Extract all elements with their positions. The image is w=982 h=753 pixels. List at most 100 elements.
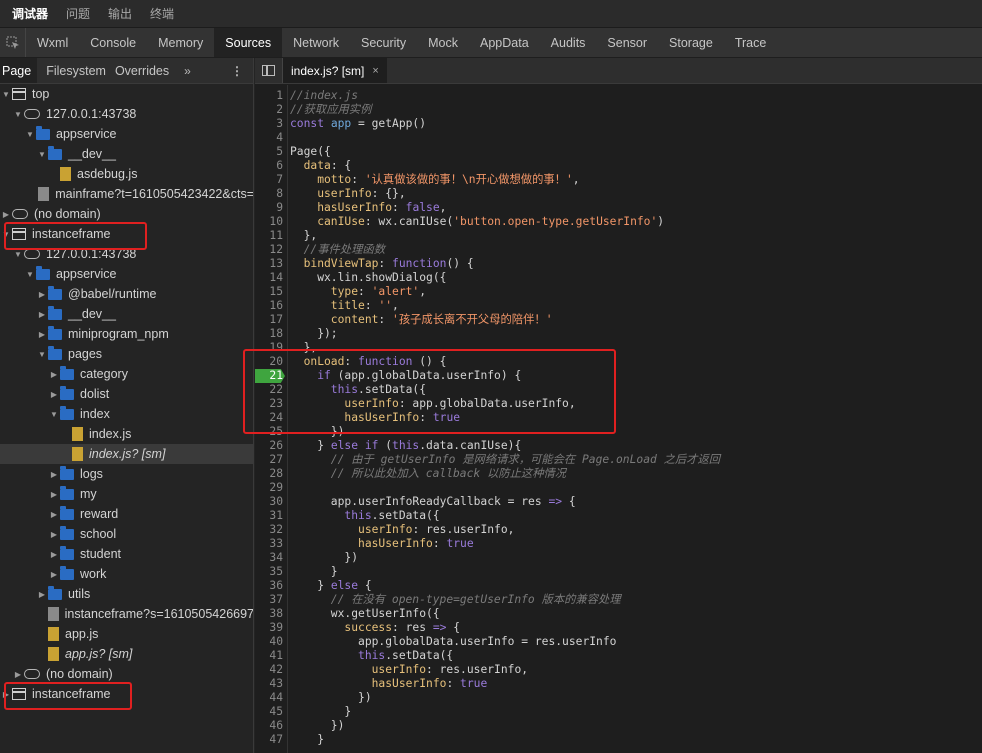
expanded-arrow-icon[interactable]: ▼	[0, 230, 12, 239]
line-number[interactable]: 40	[255, 635, 283, 649]
tree-item[interactable]: ▶ miniprogram_npm	[0, 324, 253, 344]
toggle-navigator-icon[interactable]	[255, 58, 283, 83]
line-number[interactable]: 46	[255, 719, 283, 733]
tree-item[interactable]: ▶ __dev__	[0, 304, 253, 324]
breakpoint-line-number[interactable]: 21	[255, 369, 285, 383]
line-number[interactable]: 42	[255, 663, 283, 677]
collapsed-arrow-icon[interactable]: ▶	[48, 490, 60, 499]
collapsed-arrow-icon[interactable]: ▶	[36, 290, 48, 299]
tree-item[interactable]: ▼ index	[0, 404, 253, 424]
line-number[interactable]: 47	[255, 733, 283, 747]
line-number[interactable]: 33	[255, 537, 283, 551]
line-number[interactable]: 8	[255, 187, 283, 201]
tree-item[interactable]: app.js	[0, 624, 253, 644]
expanded-arrow-icon[interactable]: ▼	[0, 90, 12, 99]
tree-item[interactable]: ▼ appservice	[0, 124, 253, 144]
line-number[interactable]: 9	[255, 201, 283, 215]
collapsed-arrow-icon[interactable]: ▶	[48, 570, 60, 579]
tree-item[interactable]: ▶ @babel/runtime	[0, 284, 253, 304]
collapsed-arrow-icon[interactable]: ▶	[36, 310, 48, 319]
tab-mock[interactable]: Mock	[417, 28, 469, 57]
tree-item[interactable]: ▶ reward	[0, 504, 253, 524]
line-number[interactable]: 35	[255, 565, 283, 579]
tree-item[interactable]: ▶ dolist	[0, 384, 253, 404]
tree-item[interactable]: app.js? [sm]	[0, 644, 253, 664]
line-number[interactable]: 23	[255, 397, 283, 411]
collapsed-arrow-icon[interactable]: ▶	[12, 670, 24, 679]
inspect-element-icon[interactable]	[0, 28, 26, 57]
tab-page[interactable]: Page	[0, 58, 38, 83]
line-number[interactable]: 14	[255, 271, 283, 285]
tree-item[interactable]: ▼ instanceframe	[0, 224, 253, 244]
line-number[interactable]: 27	[255, 453, 283, 467]
tree-item[interactable]: instanceframe?s=1610505426697	[0, 604, 253, 624]
tree-item[interactable]: ▼ __dev__	[0, 144, 253, 164]
tab-overrides[interactable]: Overrides	[115, 58, 178, 83]
collapsed-arrow-icon[interactable]: ▶	[48, 470, 60, 479]
tree-item[interactable]: asdebug.js	[0, 164, 253, 184]
tree-item[interactable]: ▶ (no domain)	[0, 204, 253, 224]
tree-item[interactable]: ▼ pages	[0, 344, 253, 364]
line-number[interactable]: 36	[255, 579, 283, 593]
tab-sensor[interactable]: Sensor	[596, 28, 658, 57]
line-number[interactable]: 24	[255, 411, 283, 425]
line-number[interactable]: 5	[255, 145, 283, 159]
line-number[interactable]: 2	[255, 103, 283, 117]
tree-item[interactable]: mainframe?t=1610505423422&cts=	[0, 184, 253, 204]
tree-item[interactable]: index.js? [sm]	[0, 444, 253, 464]
tree-item[interactable]: ▶ work	[0, 564, 253, 584]
tab-problems[interactable]: 问题	[66, 5, 90, 22]
line-number[interactable]: 32	[255, 523, 283, 537]
tree-item[interactable]: ▼ 127.0.0.1:43738	[0, 244, 253, 264]
tree-item[interactable]: ▼ top	[0, 84, 253, 104]
line-number[interactable]: 29	[255, 481, 283, 495]
line-number[interactable]: 25	[255, 425, 283, 439]
tab-output[interactable]: 输出	[108, 5, 132, 22]
line-number[interactable]: 13	[255, 257, 283, 271]
line-number[interactable]: 28	[255, 467, 283, 481]
close-tab-icon[interactable]: ×	[372, 65, 378, 77]
expanded-arrow-icon[interactable]: ▼	[36, 150, 48, 159]
tab-wxml[interactable]: Wxml	[26, 28, 79, 57]
line-number[interactable]: 37	[255, 593, 283, 607]
line-number[interactable]: 6	[255, 159, 283, 173]
collapsed-arrow-icon[interactable]: ▶	[48, 370, 60, 379]
tree-item[interactable]: ▼ 127.0.0.1:43738	[0, 104, 253, 124]
code-area[interactable]: 1 //index.js 2 //获取应用实例 3 const app = getApp(…	[255, 85, 982, 753]
tab-trace[interactable]: Trace	[724, 28, 778, 57]
line-number[interactable]: 10	[255, 215, 283, 229]
line-number[interactable]: 44	[255, 691, 283, 705]
collapsed-arrow-icon[interactable]: ▶	[48, 510, 60, 519]
line-number[interactable]: 15	[255, 285, 283, 299]
line-number[interactable]: 12	[255, 243, 283, 257]
collapsed-arrow-icon[interactable]: ▶	[48, 390, 60, 399]
tree-item[interactable]: ▶ instanceframe	[0, 684, 253, 704]
line-number[interactable]: 11	[255, 229, 283, 243]
line-number[interactable]: 26	[255, 439, 283, 453]
more-tabs-icon[interactable]: »	[178, 58, 197, 83]
editor-tab-index-js-sm[interactable]: index.js? [sm] ×	[283, 58, 387, 83]
collapsed-arrow-icon[interactable]: ▶	[36, 590, 48, 599]
collapsed-arrow-icon[interactable]: ▶	[48, 530, 60, 539]
tab-filesystem[interactable]: Filesystem	[46, 58, 115, 83]
tree-item[interactable]: ▶ logs	[0, 464, 253, 484]
expanded-arrow-icon[interactable]: ▼	[12, 110, 24, 119]
line-number[interactable]: 3	[255, 117, 283, 131]
tab-storage[interactable]: Storage	[658, 28, 724, 57]
collapsed-arrow-icon[interactable]: ▶	[0, 210, 12, 219]
line-number[interactable]: 31	[255, 509, 283, 523]
tab-appdata[interactable]: AppData	[469, 28, 540, 57]
expanded-arrow-icon[interactable]: ▼	[12, 250, 24, 259]
line-number[interactable]: 7	[255, 173, 283, 187]
line-number[interactable]: 38	[255, 607, 283, 621]
line-number[interactable]: 20	[255, 355, 283, 369]
line-number[interactable]: 41	[255, 649, 283, 663]
line-number[interactable]: 4	[255, 131, 283, 145]
expanded-arrow-icon[interactable]: ▼	[24, 270, 36, 279]
tab-terminal[interactable]: 终端	[150, 5, 174, 22]
line-number[interactable]: 45	[255, 705, 283, 719]
tab-debugger[interactable]: 调试器	[12, 5, 48, 22]
tab-sources[interactable]: Sources	[214, 28, 283, 57]
collapsed-arrow-icon[interactable]: ▶	[0, 690, 12, 699]
collapsed-arrow-icon[interactable]: ▶	[36, 330, 48, 339]
